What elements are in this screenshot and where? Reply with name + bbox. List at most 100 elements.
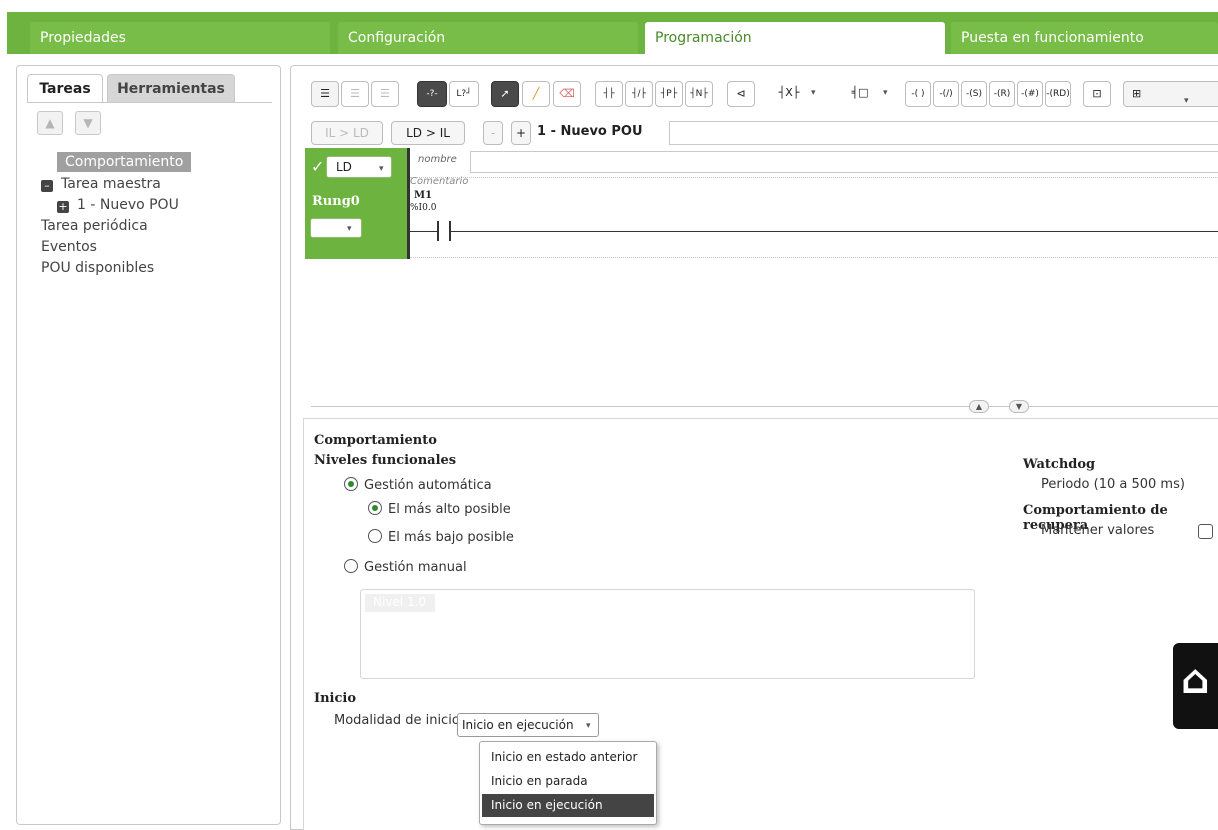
triangle-down-icon: ▼ bbox=[1015, 402, 1023, 411]
contact-x-button[interactable]: ┤X├ bbox=[769, 81, 809, 107]
il-to-ld-button[interactable]: IL > LD bbox=[311, 121, 383, 145]
contact-left-bar[interactable] bbox=[437, 221, 439, 241]
radio-selected-icon bbox=[368, 501, 382, 515]
start-heading: Inicio bbox=[314, 691, 356, 706]
rung-name: Rung0 bbox=[312, 194, 360, 209]
branch-icon: L?┘ bbox=[456, 89, 472, 99]
operation-block-button[interactable]: ⊡ bbox=[1083, 81, 1111, 107]
keep-values-checkbox[interactable] bbox=[1198, 524, 1213, 539]
zoom-menu-button[interactable]: ⊞ ▾ bbox=[1123, 81, 1218, 107]
coil-reset-icon: -(R) bbox=[993, 89, 1011, 99]
properties-title: Comportamiento bbox=[314, 433, 437, 448]
radio-manual-management[interactable]: Gestión manual bbox=[344, 559, 467, 575]
chevron-down-icon: ▾ bbox=[586, 721, 591, 731]
chevron-down-icon: ▾ bbox=[1184, 96, 1189, 106]
radio-lowest-possible[interactable]: El más bajo posible bbox=[368, 529, 514, 545]
dropdown-option-parada[interactable]: Inicio en parada bbox=[482, 770, 654, 793]
splitter-down-button[interactable]: ▼ bbox=[1009, 400, 1029, 413]
start-mode-select[interactable]: Inicio en ejecución ▾ bbox=[457, 713, 599, 737]
radio-selected-icon bbox=[344, 477, 358, 491]
dropdown-option-estado-anterior[interactable]: Inicio en estado anterior bbox=[482, 746, 654, 769]
contact-x-icon: ┤X├ bbox=[778, 86, 800, 99]
coil-icon: -( ) bbox=[911, 89, 925, 99]
insert-branch-button[interactable]: L?┘ bbox=[449, 81, 479, 107]
contact-nc-button[interactable]: ┤/├ bbox=[625, 81, 653, 107]
coil-negated-button[interactable]: -(/) bbox=[933, 81, 959, 107]
start-mode-label: Modalidad de inicio bbox=[334, 713, 460, 728]
contact-p-icon: ┤P├ bbox=[660, 89, 678, 99]
contact-no-button[interactable]: ┤├ bbox=[595, 81, 623, 107]
chevron-down-icon[interactable]: ▾ bbox=[811, 88, 816, 98]
insert-rung-icon: ☰ bbox=[320, 87, 330, 100]
rung-header: ✓ LD ▾ Rung0 ▾ bbox=[305, 148, 407, 259]
grid-line bbox=[410, 177, 1218, 178]
zoom-out-button[interactable]: - bbox=[483, 121, 503, 145]
dropdown-option-ejecucion[interactable]: Inicio en ejecución bbox=[482, 794, 654, 817]
programming-area: ☰ ☰ ☰ -?- L?┘ ➚ ╱ ⌫ ┤├ ┤/├ ┤P├ ┤N├ ⊲ ┤X├… bbox=[290, 65, 1218, 830]
chevron-down-icon[interactable]: ▾ bbox=[883, 88, 888, 98]
collapse-icon[interactable]: – bbox=[41, 180, 53, 192]
watchdog-period-label: Periodo (10 a 500 ms) bbox=[1041, 477, 1185, 492]
coil-set-icon: -(S) bbox=[966, 89, 982, 99]
radio-label: Gestión manual bbox=[364, 560, 467, 575]
tab-herramientas[interactable]: Herramientas bbox=[107, 74, 235, 102]
pencil-icon: ╱ bbox=[532, 87, 540, 100]
coil-rd-button[interactable]: -(RD) bbox=[1045, 81, 1071, 107]
coil-reset-button[interactable]: -(R) bbox=[989, 81, 1015, 107]
function-block-button[interactable]: ╡□ bbox=[843, 81, 877, 107]
contact-n-button[interactable]: ┤N├ bbox=[685, 81, 713, 107]
zoom-in-button[interactable]: + bbox=[511, 121, 531, 145]
select-tool-button[interactable]: ➚ bbox=[491, 81, 519, 107]
panel-splitter[interactable] bbox=[311, 406, 1218, 407]
tab-propiedades[interactable]: Propiedades bbox=[30, 22, 330, 54]
pointer-icon: ➚ bbox=[500, 87, 510, 100]
tree-item-label: Tarea maestra bbox=[61, 176, 161, 192]
move-up-button[interactable]: ▲ bbox=[37, 111, 63, 135]
functional-level-box: Nivel 1.0 bbox=[360, 589, 975, 679]
tab-tareas[interactable]: Tareas bbox=[27, 74, 103, 102]
expand-box-icon: ⊞ bbox=[1132, 87, 1142, 100]
contact-right-bar[interactable] bbox=[449, 221, 451, 241]
contact-p-button[interactable]: ┤P├ bbox=[655, 81, 683, 107]
coil-rd-icon: -(RD) bbox=[1046, 89, 1070, 99]
tab-configuracion[interactable]: Configuración bbox=[338, 22, 638, 54]
coil-set-button[interactable]: -(S) bbox=[961, 81, 987, 107]
expand-icon[interactable]: + bbox=[57, 201, 69, 213]
start-mode-value: Inicio en ejecución bbox=[462, 718, 574, 732]
rung-wire bbox=[410, 231, 1218, 232]
coil-n-button[interactable]: -(#) bbox=[1017, 81, 1043, 107]
rung-canvas[interactable]: nombre Comentario M1 %I0.0 bbox=[407, 148, 1218, 259]
operation-block-icon: ⊡ bbox=[1092, 87, 1102, 100]
eraser-button[interactable]: ⌫ bbox=[553, 81, 581, 107]
coil-button[interactable]: -( ) bbox=[905, 81, 931, 107]
radio-label: Gestión automática bbox=[364, 478, 492, 493]
radio-highest-possible[interactable]: El más alto posible bbox=[368, 501, 511, 517]
rung-nombre-input[interactable] bbox=[470, 151, 1218, 173]
tree-item-nuevo-pou[interactable]: +1 - Nuevo POU bbox=[57, 195, 179, 215]
level-tag: Nivel 1.0 bbox=[365, 594, 435, 612]
pou-comment-input[interactable] bbox=[669, 121, 1218, 145]
rung-language-select[interactable]: LD ▾ bbox=[326, 156, 392, 178]
tree-item-comportamiento[interactable]: Comportamiento bbox=[57, 152, 192, 172]
properties-panel: Comportamiento Niveles funcionales Gesti… bbox=[303, 418, 1218, 830]
ld-to-il-button[interactable]: LD > IL bbox=[391, 121, 465, 145]
radio-auto-management[interactable]: Gestión automática bbox=[344, 477, 492, 493]
compare-block-button[interactable]: ⊲ bbox=[727, 81, 755, 107]
move-down-button[interactable]: ▼ bbox=[75, 111, 101, 135]
draw-line-button[interactable]: ╱ bbox=[522, 81, 550, 107]
insert-element-button[interactable]: -?- bbox=[417, 81, 447, 107]
insert-rung-button[interactable]: ☰ bbox=[311, 81, 339, 107]
rung-option-select[interactable]: ▾ bbox=[310, 218, 362, 238]
tree-item-pou-disponibles[interactable]: POU disponibles bbox=[41, 258, 154, 278]
tab-programacion[interactable]: Programación bbox=[645, 22, 945, 54]
insert-rung-after-button[interactable]: ☰ bbox=[341, 81, 369, 107]
delete-rung-button[interactable]: ☰ bbox=[371, 81, 399, 107]
splitter-up-button[interactable]: ▲ bbox=[969, 400, 989, 413]
radio-label: El más alto posible bbox=[388, 502, 511, 517]
tree-item-tarea-maestra[interactable]: – Tarea maestra bbox=[41, 174, 161, 194]
tree-item-tarea-periodica[interactable]: Tarea periódica bbox=[41, 216, 148, 236]
element-icon: -?- bbox=[426, 89, 438, 99]
tree-item-eventos[interactable]: Eventos bbox=[41, 237, 97, 257]
tab-puesta-en-funcionamiento[interactable]: Puesta en funcionamiento bbox=[951, 22, 1218, 54]
radio-unselected-icon bbox=[368, 529, 382, 543]
